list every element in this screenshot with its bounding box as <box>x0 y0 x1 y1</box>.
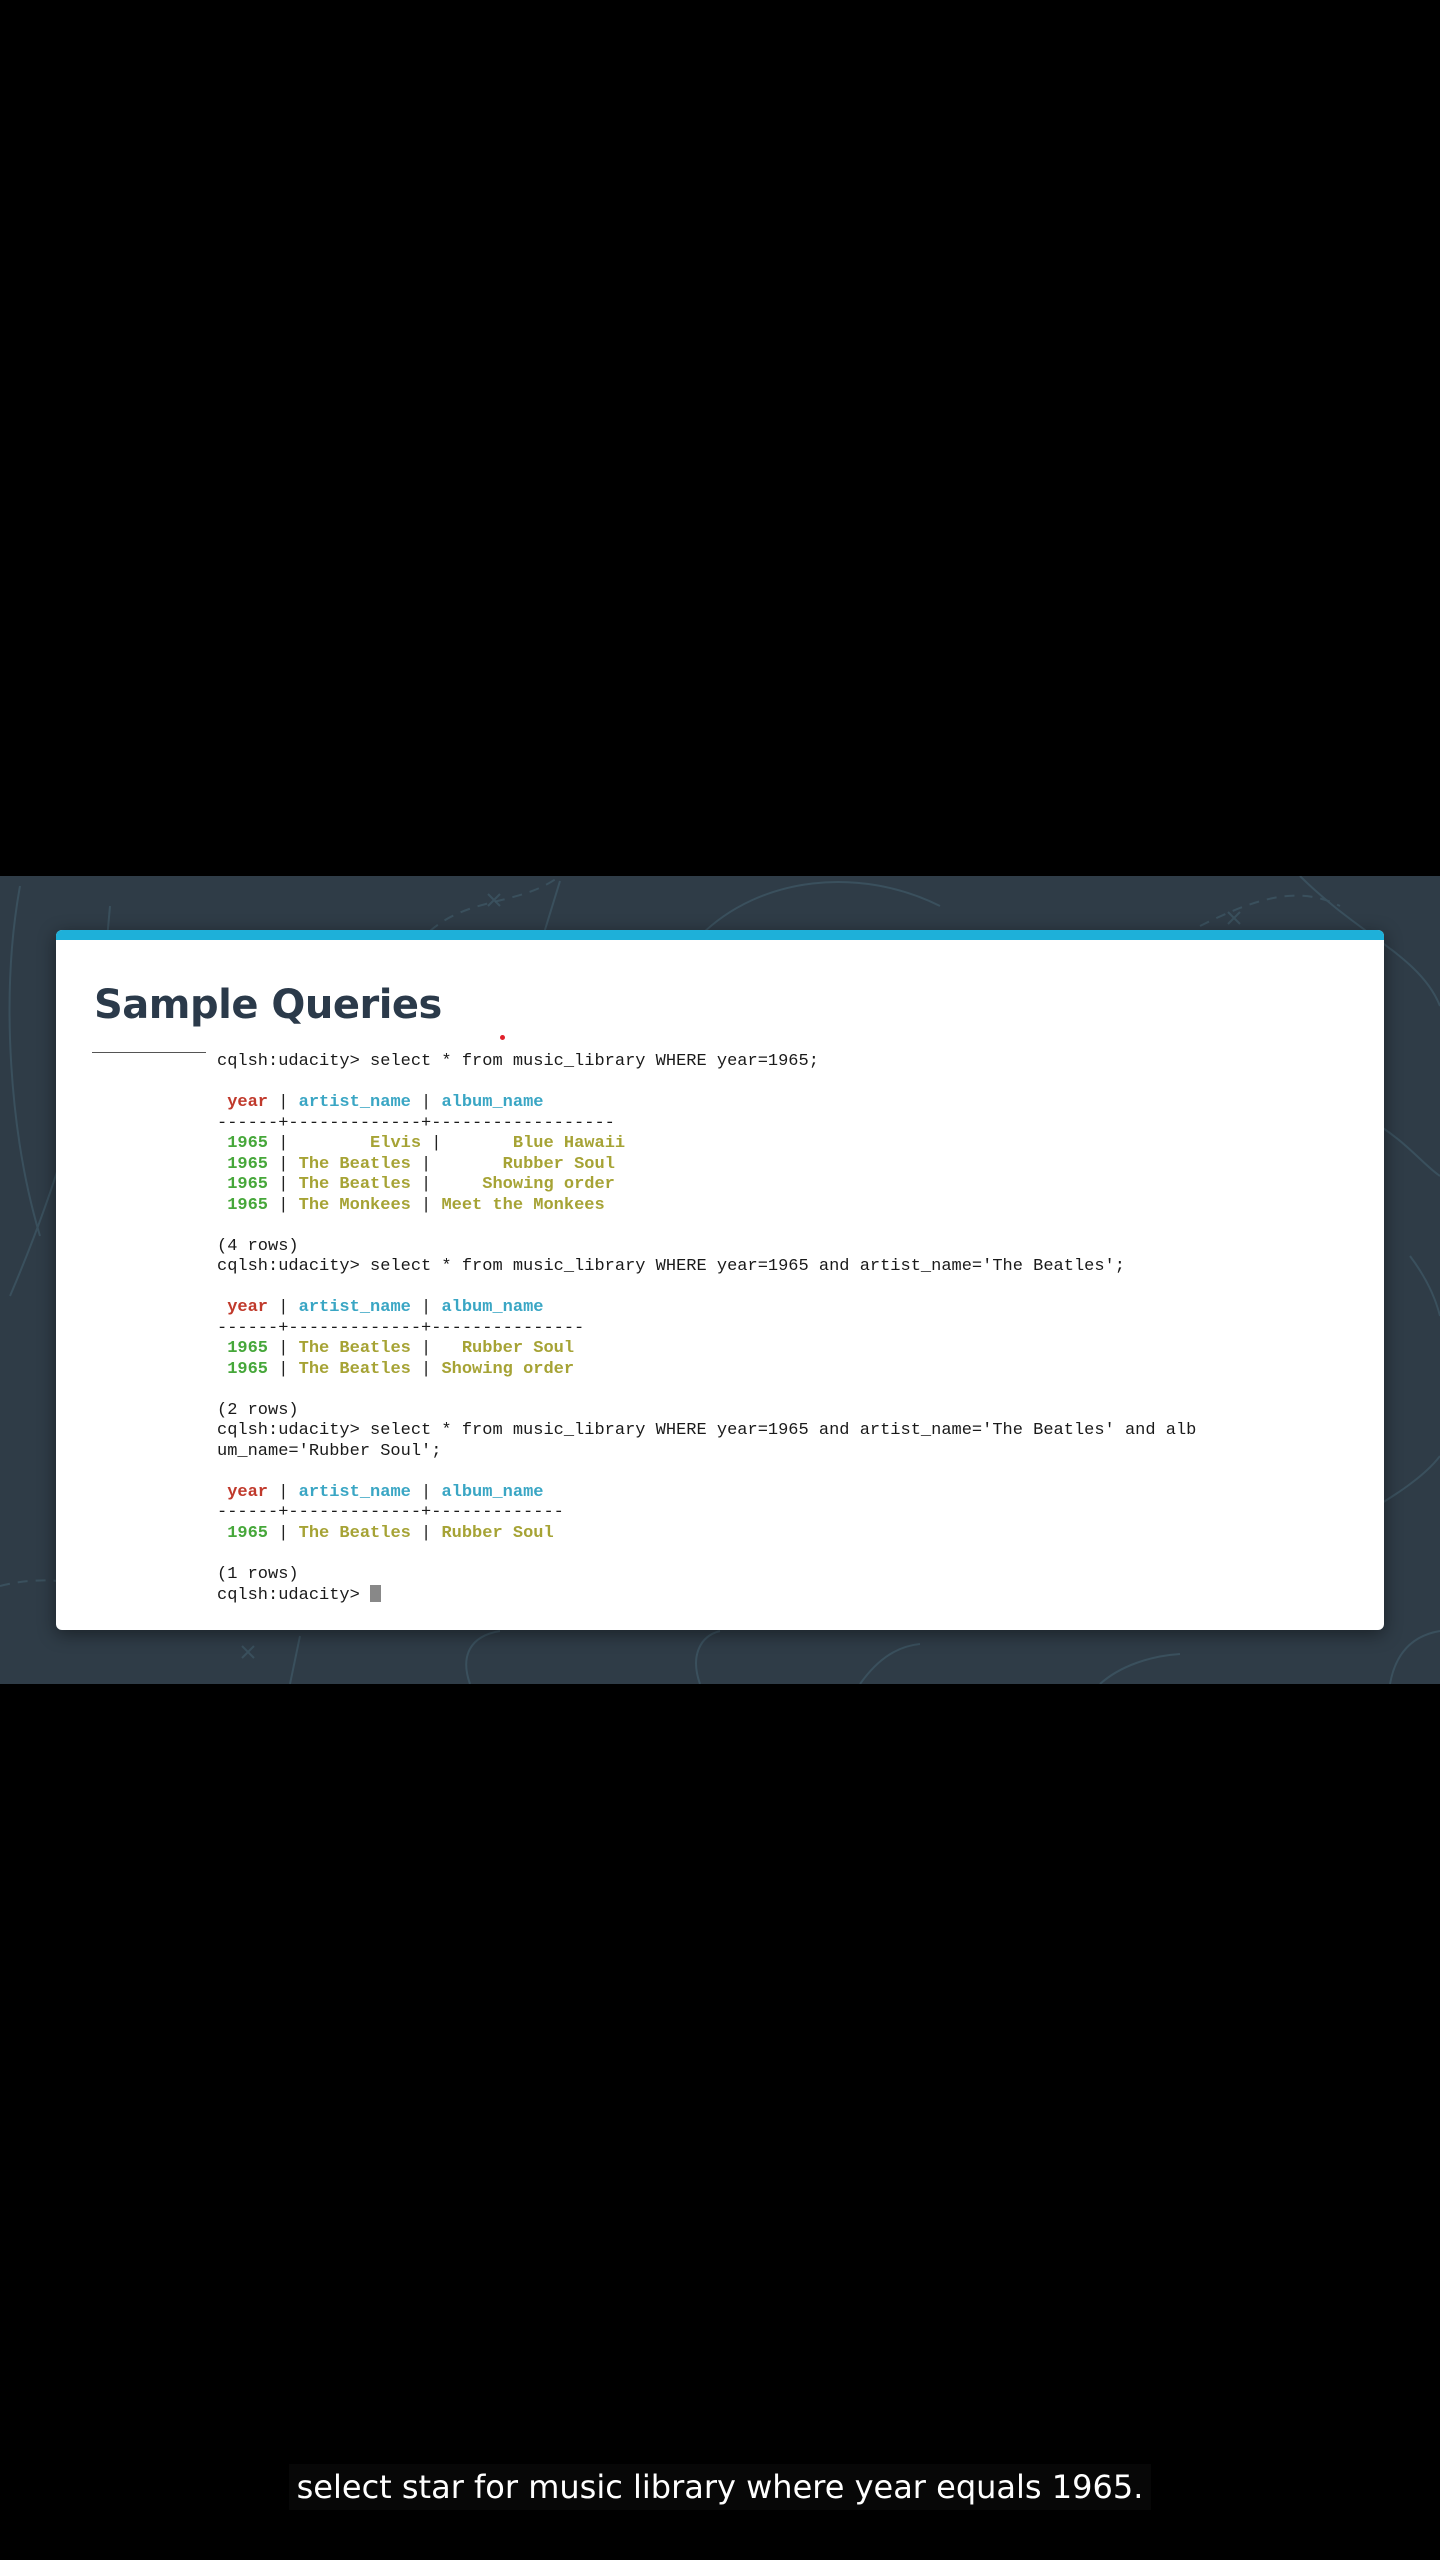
terminal-prompt-line: cqlsh:udacity> <box>217 1585 1367 1606</box>
table-row: 1965 | The Beatles | Showing order <box>217 1175 1367 1196</box>
cell-artist-name: The Beatles <box>298 1339 411 1358</box>
table-separator: ------+-------------+------------- <box>217 1503 564 1522</box>
column-divider: | <box>268 1482 299 1502</box>
terminal-command-line: cqlsh:udacity> select * from music_libra… <box>217 1421 1197 1440</box>
column-divider: | <box>268 1298 299 1317</box>
column-divider: | <box>268 1523 299 1543</box>
cell-artist-name: The Beatles <box>298 1154 411 1174</box>
title-underline <box>92 1052 206 1053</box>
cell-album-name: Rubber Soul <box>502 1154 615 1174</box>
column-header: artist_name <box>298 1482 411 1502</box>
cell-album-name: Showing order <box>441 1359 575 1379</box>
terminal-text-line: (1 rows) <box>217 1564 299 1584</box>
column-divider: | <box>410 1154 503 1174</box>
cell-year: 1965 <box>227 1359 269 1379</box>
column-header: album_name <box>441 1298 544 1317</box>
terminal-output: cqlsh:udacity> select * from music_libra… <box>217 1052 1367 1622</box>
slide-title: Sample Queries <box>94 982 442 1028</box>
subtitle-caption: select star for music library where year… <box>288 2464 1152 2510</box>
column-divider: | <box>410 1195 442 1215</box>
table-row: 1965 | The Monkees | Meet the Monkees <box>217 1196 1367 1217</box>
column-divider: | <box>268 1175 299 1194</box>
terminal-text-line: (4 rows) <box>217 1236 299 1256</box>
slide-card: Sample Queries cqlsh:udacity> select * f… <box>56 930 1384 1630</box>
column-header: year <box>227 1093 269 1112</box>
column-divider: | <box>421 1134 513 1153</box>
column-divider: | <box>268 1093 299 1112</box>
laser-pointer-dot <box>500 1035 505 1040</box>
column-divider <box>217 1155 227 1174</box>
cell-artist-name: Elvis <box>370 1134 422 1153</box>
column-divider <box>217 1360 227 1379</box>
column-divider <box>217 1093 227 1112</box>
column-divider <box>217 1483 227 1502</box>
column-header: album_name <box>441 1482 544 1502</box>
column-divider: | <box>268 1154 299 1174</box>
cell-year: 1965 <box>227 1523 269 1543</box>
table-separator: ------+-------------+------------------ <box>217 1113 615 1133</box>
column-header: album_name <box>441 1093 544 1112</box>
cell-album-name: Rubber Soul <box>441 1523 554 1543</box>
column-divider: | <box>410 1482 442 1502</box>
table-separator: ------+-------------+--------------- <box>217 1318 585 1338</box>
cell-year: 1965 <box>227 1175 269 1194</box>
column-divider: | <box>410 1093 442 1112</box>
cell-album-name: Blue Hawaii <box>512 1134 626 1153</box>
video-frame: Sample Queries cqlsh:udacity> select * f… <box>0 876 1440 1684</box>
table-header-row: year | artist_name | album_name <box>217 1483 1367 1504</box>
column-divider: | <box>410 1298 442 1317</box>
terminal-text-line: (2 rows) <box>217 1400 299 1420</box>
table-header-row: year | artist_name | album_name <box>217 1298 1367 1319</box>
terminal-cursor <box>370 1585 382 1602</box>
column-header: year <box>227 1298 269 1317</box>
table-row: 1965 | Elvis | Blue Hawaii <box>217 1134 1367 1155</box>
table-header-row: year | artist_name | album_name <box>217 1093 1367 1114</box>
column-divider: | <box>410 1523 442 1543</box>
caption-bar: select star for music library where year… <box>0 2464 1440 2510</box>
cell-album-name: Rubber Soul <box>461 1339 575 1358</box>
column-header: year <box>227 1482 269 1502</box>
cell-artist-name: The Beatles <box>298 1175 411 1194</box>
column-divider: | <box>410 1359 442 1379</box>
column-header: artist_name <box>298 1298 411 1317</box>
table-row: 1965 | The Beatles | Showing order <box>217 1360 1367 1381</box>
column-divider <box>217 1175 227 1194</box>
terminal-text-line: um_name='Rubber Soul'; <box>217 1441 442 1461</box>
cell-album-name: Showing order <box>482 1175 615 1194</box>
terminal-command-line: cqlsh:udacity> select * from music_libra… <box>217 1257 1125 1276</box>
table-row: 1965 | The Beatles | Rubber Soul <box>217 1155 1367 1176</box>
cell-album-name: Meet the Monkees <box>441 1195 605 1215</box>
column-header: artist_name <box>298 1093 411 1112</box>
cell-year: 1965 <box>227 1195 269 1215</box>
cell-artist-name: The Monkees <box>298 1195 411 1215</box>
column-divider: | <box>268 1195 299 1215</box>
table-row: 1965 | The Beatles | Rubber Soul <box>217 1339 1367 1360</box>
cell-artist-name: The Beatles <box>298 1359 411 1379</box>
cell-year: 1965 <box>227 1339 269 1358</box>
column-divider <box>217 1339 227 1358</box>
column-divider <box>217 1196 227 1215</box>
column-divider: | <box>268 1339 299 1358</box>
cell-year: 1965 <box>227 1134 269 1153</box>
prompt-text: cqlsh:udacity> <box>217 1586 371 1605</box>
slide-accent-bar <box>56 930 1384 940</box>
table-row: 1965 | The Beatles | Rubber Soul <box>217 1524 1367 1545</box>
column-divider: | <box>410 1339 462 1358</box>
column-divider: | <box>410 1175 483 1194</box>
column-divider <box>217 1298 227 1317</box>
column-divider <box>217 1134 227 1153</box>
column-divider <box>217 1524 227 1543</box>
column-divider: | <box>268 1359 299 1379</box>
cell-artist-name: The Beatles <box>298 1523 411 1543</box>
cell-year: 1965 <box>227 1154 269 1174</box>
column-divider: | <box>268 1134 371 1153</box>
terminal-command-line: cqlsh:udacity> select * from music_libra… <box>217 1052 819 1071</box>
